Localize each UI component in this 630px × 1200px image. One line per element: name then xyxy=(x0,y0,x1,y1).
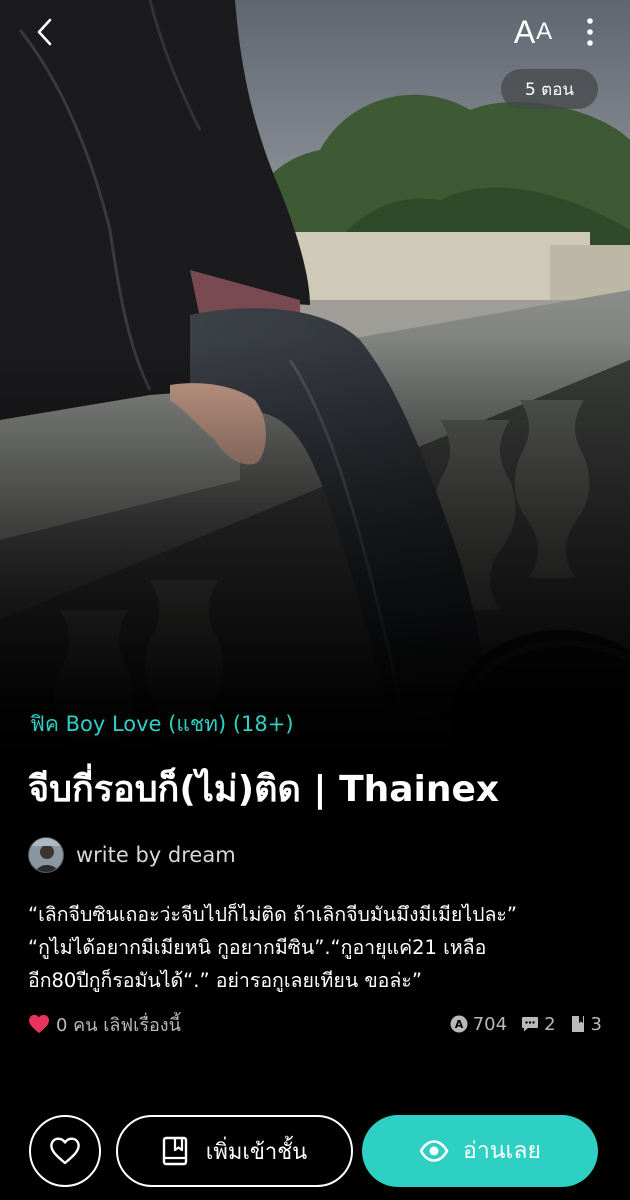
book-icon xyxy=(571,1016,584,1032)
eye-icon xyxy=(419,1140,449,1162)
story-title: จีบกี่รอบก็(ไม่)ติด | Thainex xyxy=(28,769,500,810)
add-to-shelf-button[interactable]: เพิ่มเข้าชั้น xyxy=(116,1115,353,1187)
favorite-button[interactable] xyxy=(29,1115,101,1187)
count-stats: A 704 2 3 xyxy=(436,1014,602,1035)
comments-stat: 2 xyxy=(521,1013,556,1035)
story-synopsis: “เลิกจีบซินเถอะว่ะจีบไปก็ไม่ติด ถ้าเลิกจ… xyxy=(28,898,608,997)
synopsis-line: “เลิกจีบซินเถอะว่ะจีบไปก็ไม่ติด ถ้าเลิกจ… xyxy=(28,903,518,926)
cover-gradient-overlay xyxy=(0,340,630,760)
font-size-icon-large: A xyxy=(513,13,536,50)
add-to-shelf-label: เพิ่มเข้าชั้น xyxy=(205,1139,308,1165)
more-vertical-icon xyxy=(587,18,593,46)
font-size-icon-small: A xyxy=(536,18,553,45)
heart-filled-icon xyxy=(29,1014,49,1034)
episode-count-badge[interactable]: 5 ตอน xyxy=(501,69,598,109)
read-now-label: อ่านเลย xyxy=(463,1138,541,1164)
more-menu-button[interactable] xyxy=(572,12,608,52)
author-row[interactable]: write by dream xyxy=(28,837,236,873)
synopsis-line: “กูไม่ได้อยากมีเมียหนิ กูอยากมีซิน”.“กูอ… xyxy=(28,936,487,959)
likes-stat: 0 คน เลิฟเรื่องนี้ xyxy=(28,1010,181,1039)
episode-count-label: 5 ตอน xyxy=(524,79,575,100)
chapters-count: 3 xyxy=(590,1013,602,1035)
author-name: write by dream xyxy=(76,843,236,867)
back-button[interactable] xyxy=(22,12,68,52)
bookshelf-icon xyxy=(162,1136,187,1166)
font-size-button[interactable]: AA xyxy=(506,10,560,54)
synopsis-line: อีก80ปีกูก็รอมันได้“.” อย่ารอกูเลยเทียน … xyxy=(28,969,422,992)
comment-icon xyxy=(522,1017,539,1032)
likes-label: 0 คน เลิฟเรื่องนี้ xyxy=(56,1014,181,1036)
reads-icon: A xyxy=(450,1015,468,1033)
read-now-button[interactable]: อ่านเลย xyxy=(362,1115,598,1187)
chapters-stat: 3 xyxy=(570,1014,602,1035)
author-avatar-image xyxy=(29,838,63,872)
story-stats: 0 คน เลิฟเรื่องนี้ A 704 2 3 xyxy=(28,1010,602,1038)
story-category[interactable]: ฟิค Boy Love (แชท) (18+) xyxy=(30,708,294,741)
chevron-left-icon xyxy=(37,18,52,46)
views-stat: A 704 xyxy=(450,1014,507,1035)
views-count: 704 xyxy=(472,1013,508,1035)
heart-outline-icon xyxy=(50,1137,80,1165)
comments-count: 2 xyxy=(544,1013,556,1035)
cover-image xyxy=(0,0,630,760)
svg-text:A: A xyxy=(454,1018,463,1031)
avatar xyxy=(28,837,64,873)
